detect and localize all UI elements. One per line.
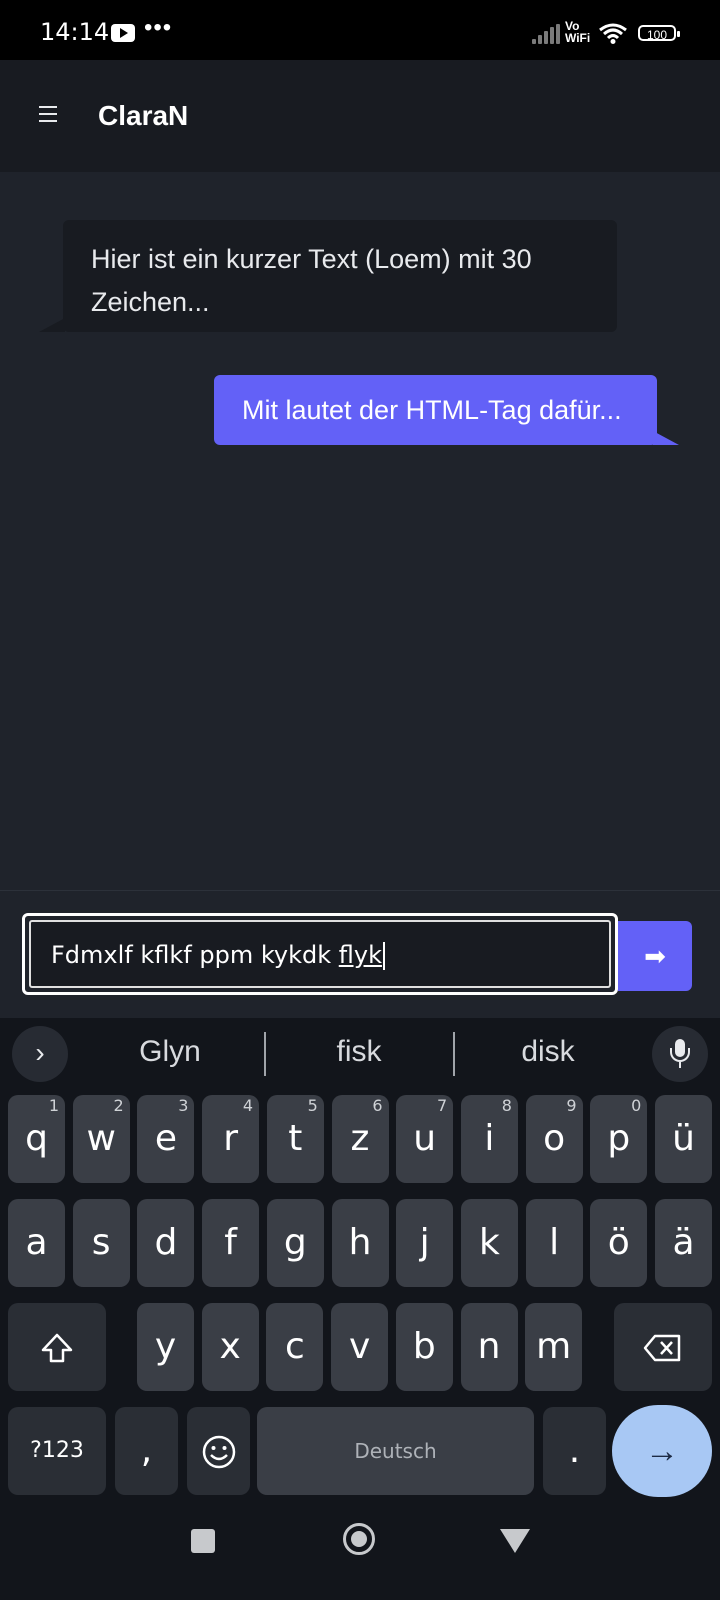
youtube-notification-icon (111, 24, 135, 42)
key-e[interactable]: e3 (137, 1095, 195, 1183)
message-composer: Fdmxlf kflkf ppm kykdk flyk ➡ (0, 890, 720, 1019)
chevron-right-icon: › (35, 1037, 45, 1068)
key-v[interactable]: v (331, 1303, 389, 1391)
key-j[interactable]: j (396, 1199, 454, 1287)
keyboard-expand-button[interactable]: › (12, 1026, 68, 1082)
suggestion-1[interactable]: Glyn (82, 1032, 258, 1072)
key-ö[interactable]: ö (590, 1199, 648, 1287)
key-label: q (25, 1118, 48, 1159)
period-key[interactable]: . (543, 1407, 606, 1495)
key-number-hint: 9 (566, 1096, 577, 1115)
key-s[interactable]: s (72, 1199, 130, 1287)
arrow-right-icon: ➡ (644, 941, 666, 971)
hamburger-menu-icon[interactable] (36, 104, 60, 124)
suggestion-3[interactable]: disk (460, 1032, 636, 1072)
key-c[interactable]: c (266, 1303, 324, 1391)
app-bar: ClaraN (0, 60, 720, 172)
key-h[interactable]: h (331, 1199, 389, 1287)
key-label: w (86, 1118, 116, 1159)
input-composing-word: flyk (338, 941, 382, 969)
back-button[interactable] (500, 1529, 530, 1553)
key-z[interactable]: z6 (331, 1095, 389, 1183)
comma-key[interactable]: , (115, 1407, 178, 1495)
key-number-hint: 1 (48, 1096, 59, 1115)
status-bar: 14:14 ••• Vo WiFi 100 (0, 0, 720, 60)
key-label: u (413, 1118, 437, 1159)
home-button[interactable] (343, 1523, 375, 1555)
key-u[interactable]: u7 (396, 1095, 454, 1183)
key-number-hint: 0 (631, 1096, 642, 1115)
suggestion-2[interactable]: fisk (271, 1032, 447, 1072)
key-label: p (607, 1118, 631, 1159)
key-label: o (543, 1118, 566, 1159)
key-k[interactable]: k (460, 1199, 518, 1287)
key-label: ü (672, 1118, 695, 1159)
key-y[interactable]: y (137, 1303, 194, 1391)
status-time: 14:14 (40, 18, 110, 46)
key-w[interactable]: w2 (72, 1095, 130, 1183)
text-caret (382, 942, 385, 970)
system-navigation-bar (0, 1500, 720, 1600)
key-r[interactable]: r4 (202, 1095, 260, 1183)
key-t[interactable]: t5 (266, 1095, 324, 1183)
emoji-icon (202, 1435, 235, 1469)
key-f[interactable]: f (202, 1199, 260, 1287)
key-number-hint: 5 (307, 1096, 318, 1115)
key-p[interactable]: p0 (590, 1095, 648, 1183)
voice-input-button[interactable] (652, 1026, 708, 1082)
key-label: z (350, 1118, 370, 1159)
send-button[interactable]: ➡ (618, 921, 692, 991)
key-ä[interactable]: ä (655, 1199, 712, 1287)
backspace-icon (643, 1334, 681, 1362)
battery-icon: 100 (638, 25, 680, 42)
symbols-key[interactable]: ?123 (8, 1407, 106, 1495)
chat-messages[interactable]: Hier ist ein kurzer Text (Loem) mit 30 Z… (0, 172, 720, 890)
message-input-focus-ring: Fdmxlf kflkf ppm kykdk flyk (22, 913, 618, 995)
shift-icon (41, 1333, 73, 1363)
key-m[interactable]: m (525, 1303, 583, 1391)
key-label: r (223, 1118, 238, 1159)
key-b[interactable]: b (395, 1303, 453, 1391)
emoji-key[interactable] (187, 1407, 250, 1495)
shift-key[interactable] (8, 1303, 106, 1391)
key-a[interactable]: a (8, 1199, 65, 1287)
enter-key[interactable]: → (612, 1405, 712, 1497)
key-label: i (484, 1118, 495, 1159)
more-notifications-icon: ••• (144, 14, 173, 41)
key-x[interactable]: x (201, 1303, 259, 1391)
key-label: t (288, 1118, 303, 1159)
arrow-right-icon: → (645, 1432, 679, 1470)
suggestion-divider (453, 1032, 455, 1076)
key-d[interactable]: d (137, 1199, 195, 1287)
suggestion-bar: › Glyn fisk disk (0, 1018, 720, 1090)
key-number-hint: 2 (113, 1096, 124, 1115)
suggestion-divider (264, 1032, 266, 1076)
key-n[interactable]: n (460, 1303, 518, 1391)
key-q[interactable]: q1 (8, 1095, 65, 1183)
key-label: e (154, 1118, 177, 1159)
outgoing-message-bubble: Mit lautet der HTML-Tag dafür... (214, 375, 679, 445)
vowifi-icon: Vo WiFi (565, 19, 591, 45)
recent-apps-button[interactable] (191, 1529, 215, 1553)
key-o[interactable]: o9 (525, 1095, 583, 1183)
message-input[interactable]: Fdmxlf kflkf ppm kykdk flyk (29, 920, 611, 988)
key-number-hint: 4 (242, 1096, 254, 1115)
incoming-message-bubble: Hier ist ein kurzer Text (Loem) mit 30 Z… (39, 220, 617, 332)
key-ü[interactable]: ü (655, 1095, 712, 1183)
key-number-hint: 8 (501, 1096, 512, 1115)
wifi-icon (599, 23, 627, 44)
key-number-hint: 3 (178, 1096, 189, 1115)
key-l[interactable]: l (525, 1199, 583, 1287)
backspace-key[interactable] (614, 1303, 712, 1391)
key-g[interactable]: g (266, 1199, 324, 1287)
key-number-hint: 6 (372, 1096, 383, 1115)
signal-icon (532, 24, 560, 44)
key-number-hint: 7 (437, 1096, 448, 1115)
space-key[interactable]: Deutsch (257, 1407, 534, 1495)
key-i[interactable]: i8 (460, 1095, 518, 1183)
input-text: Fdmxlf kflkf ppm kykdk (51, 941, 339, 969)
app-title: ClaraN (98, 100, 189, 131)
